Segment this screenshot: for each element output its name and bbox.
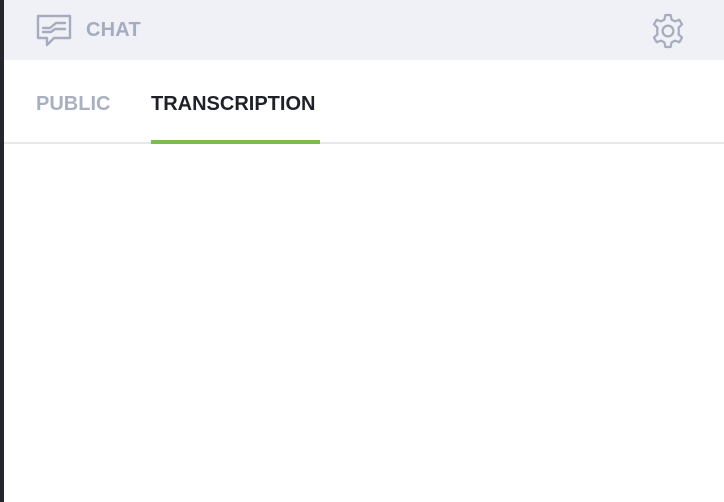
gear-icon[interactable] xyxy=(649,12,687,50)
chat-title: CHAT xyxy=(86,19,141,41)
transcription-content xyxy=(4,145,724,502)
chat-header: CHAT xyxy=(4,0,724,60)
active-tab-indicator xyxy=(151,140,320,144)
tab-transcription[interactable]: TRANSCRIPTION xyxy=(151,60,315,144)
chat-app: CHAT PUBLIC TRANSCRIPTION xyxy=(0,0,724,502)
tab-public[interactable]: PUBLIC xyxy=(36,60,110,144)
chat-panel: CHAT PUBLIC TRANSCRIPTION xyxy=(4,0,724,502)
chat-icon xyxy=(36,14,72,48)
chat-tabs: PUBLIC TRANSCRIPTION xyxy=(4,60,724,144)
